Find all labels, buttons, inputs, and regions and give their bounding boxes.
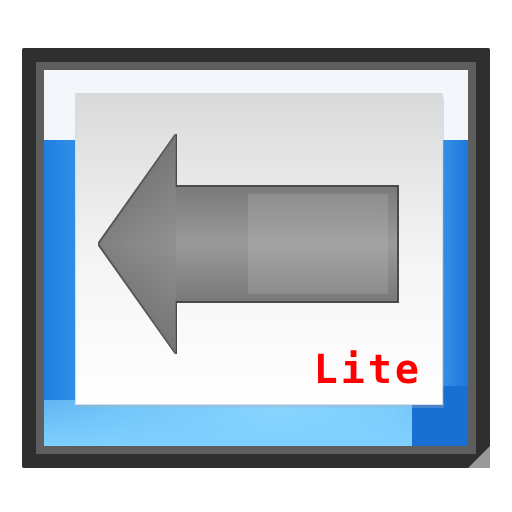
window-card: Lite <box>76 94 442 404</box>
resize-grip-icon <box>468 446 490 468</box>
monitor-frame: Lite <box>22 48 490 468</box>
monitor-bezel: Lite <box>36 62 476 454</box>
screen-bottom-glow <box>44 400 468 446</box>
lite-label: Lite <box>313 347 422 393</box>
monitor-screen: Lite <box>44 70 468 446</box>
back-arrow-icon <box>98 134 399 354</box>
app-icon[interactable]: Lite <box>0 0 512 512</box>
